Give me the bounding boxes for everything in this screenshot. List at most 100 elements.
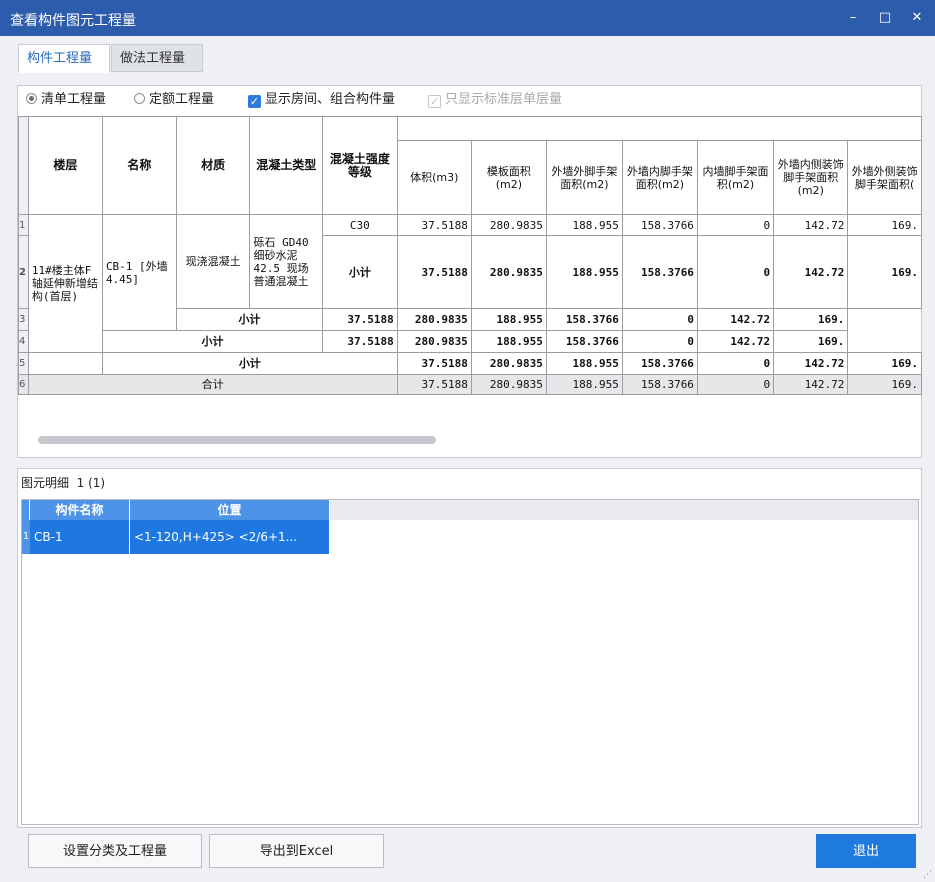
detail-cell-position[interactable]: <1-120,H+425> <2/6+1... <box>130 520 330 554</box>
cell-grade[interactable]: C30 <box>322 214 398 236</box>
detail-header-name[interactable]: 构件名称 <box>30 500 130 520</box>
header-formwork: 模板面积(m2) <box>470 140 547 215</box>
cell-int-scaffold[interactable]: 0 <box>621 308 698 331</box>
minimize-button[interactable]: – <box>842 8 864 28</box>
cell-formwork[interactable]: 280.9835 <box>470 352 547 375</box>
cell-formwork[interactable]: 280.9835 <box>470 235 547 309</box>
header-concrete-grade: 混凝土强度等级 <box>322 116 398 215</box>
cell-total-label[interactable]: 合计 <box>27 374 398 395</box>
cell-ext-outer-deco[interactable]: 169. <box>847 374 922 395</box>
cell-ext-inner-scaffold[interactable]: 158.3766 <box>621 235 698 309</box>
cell-int-scaffold[interactable]: 0 <box>621 330 698 353</box>
row-number: 3 <box>18 308 29 331</box>
header-name: 名称 <box>101 116 177 215</box>
header-material: 材质 <box>175 116 251 215</box>
cell-formwork[interactable]: 280.9835 <box>470 214 547 236</box>
header-ext-inner-scaffold: 外墙内脚手架面积(m2) <box>621 140 698 215</box>
close-button[interactable]: ✕ <box>906 8 928 28</box>
checkmark-icon: ✓ <box>248 95 261 108</box>
button-bar: 设置分类及工程量 导出到Excel 退出 ⋰ <box>0 830 935 882</box>
detail-table[interactable]: 构件名称 位置 1 CB-1 <1-120,H+425> <2/6+1... <box>21 499 919 825</box>
cell-volume[interactable]: 37.5188 <box>396 235 472 309</box>
cell-ext-inner-scaffold[interactable]: 158.3766 <box>545 308 623 331</box>
cell-ext-scaffold[interactable]: 188.955 <box>470 308 547 331</box>
cell-int-scaffold[interactable]: 0 <box>696 352 775 375</box>
radio-icon <box>26 93 37 104</box>
cell-name[interactable]: CB-1 [外墙 4.45] <box>101 214 177 331</box>
detail-count: 1 (1) <box>76 476 106 490</box>
tab-method-quantity[interactable]: 做法工程量 <box>111 44 203 72</box>
cell-volume[interactable]: 37.5188 <box>396 214 472 236</box>
header-concrete-type: 混凝土类型 <box>249 116 324 215</box>
cell-ext-scaffold[interactable]: 188.955 <box>545 214 623 236</box>
detail-title: 图元明细 1 (1) <box>21 476 106 490</box>
title-bar: 查看构件图元工程量 – □ ✕ <box>0 0 935 36</box>
cell-ext-inner-deco[interactable]: 142.72 <box>773 374 849 395</box>
row-number: 4 <box>18 330 29 353</box>
cell-int-scaffold[interactable]: 0 <box>696 214 775 236</box>
detail-header-row: 构件名称 位置 <box>22 500 918 520</box>
cell-ext-scaffold[interactable]: 188.955 <box>545 352 623 375</box>
row-number: 6 <box>18 374 29 395</box>
quantity-panel: 清单工程量 定额工程量 ✓ 显示房间、组合构件量 ✓ 只显示标准层单层量 楼层 名称… <box>17 85 922 458</box>
radio-quota-quantity[interactable]: 定额工程量 <box>134 90 214 110</box>
export-excel-button[interactable]: 导出到Excel <box>209 834 384 868</box>
cell-floor[interactable]: 11#楼主体F轴延伸新增结构(首层) <box>27 214 103 353</box>
maximize-button[interactable]: □ <box>874 8 896 28</box>
cell-volume[interactable]: 37.5188 <box>396 374 472 395</box>
tab-component-quantity[interactable]: 构件工程量 <box>18 44 110 73</box>
cell-ext-inner-scaffold[interactable]: 158.3766 <box>621 352 698 375</box>
settings-button[interactable]: 设置分类及工程量 <box>28 834 202 868</box>
cell-ext-inner-deco[interactable]: 142.72 <box>773 235 849 309</box>
cell-ext-outer-deco[interactable]: 169. <box>847 235 922 309</box>
cell-ext-outer-deco[interactable]: 169. <box>847 214 922 236</box>
cell-volume[interactable]: 37.5188 <box>396 352 472 375</box>
cell-subtotal-label[interactable]: 小计 <box>322 235 398 309</box>
cell-ext-inner-deco[interactable]: 142.72 <box>773 352 849 375</box>
cell-int-scaffold[interactable]: 0 <box>696 235 775 309</box>
header-ext-outer-deco: 外墙外侧装饰脚手架面积( <box>847 140 922 215</box>
quantity-dialog: 查看构件图元工程量 – □ ✕ 构件工程量 做法工程量 清单工程量 定额工程量 … <box>0 0 935 882</box>
cell-subtotal-label[interactable]: 小计 <box>101 352 398 375</box>
detail-cell-name[interactable]: CB-1 <box>30 520 130 554</box>
cell-ext-outer-deco[interactable]: 169. <box>773 308 849 331</box>
cell-ext-scaffold[interactable]: 188.955 <box>545 374 623 395</box>
cell-concrete-type[interactable]: 砾石 GD40 细砂水泥42.5 现场普通混凝土 <box>249 214 324 309</box>
cell-ext-scaffold[interactable]: 188.955 <box>545 235 623 309</box>
cell-volume[interactable]: 37.5188 <box>322 330 398 353</box>
row-number: 1 <box>18 214 29 236</box>
row-number-header <box>18 116 29 215</box>
cell-int-scaffold[interactable]: 0 <box>696 374 775 395</box>
radio-icon <box>134 93 145 104</box>
cell-formwork[interactable]: 280.9835 <box>396 308 472 331</box>
cell-ext-inner-scaffold[interactable]: 158.3766 <box>545 330 623 353</box>
radio-bill-quantity[interactable]: 清单工程量 <box>26 90 106 110</box>
exit-button[interactable]: 退出 <box>816 834 916 868</box>
cell-ext-inner-deco[interactable]: 142.72 <box>773 214 849 236</box>
checkbox-show-rooms[interactable]: ✓ 显示房间、组合构件量 <box>248 90 395 110</box>
cell-ext-scaffold[interactable]: 188.955 <box>470 330 547 353</box>
cell-ext-inner-scaffold[interactable]: 158.3766 <box>621 374 698 395</box>
cell-subtotal-label[interactable]: 小计 <box>101 330 324 353</box>
detail-panel: 图元明细 1 (1) 构件名称 位置 1 CB-1 <1-120,H+425> … <box>17 468 922 828</box>
cell-ext-inner-scaffold[interactable]: 158.3766 <box>621 214 698 236</box>
cell-subtotal-label[interactable]: 小计 <box>175 308 324 331</box>
cell-ext-inner-deco[interactable]: 142.72 <box>696 308 775 331</box>
cell-ext-outer-deco[interactable]: 169. <box>773 330 849 353</box>
cell-formwork[interactable]: 280.9835 <box>396 330 472 353</box>
cell-volume[interactable]: 37.5188 <box>322 308 398 331</box>
cell-floor-blank[interactable] <box>27 352 103 375</box>
cell-ext-inner-deco[interactable]: 142.72 <box>696 330 775 353</box>
detail-header-position[interactable]: 位置 <box>130 500 330 520</box>
cell-formwork[interactable]: 280.9835 <box>470 374 547 395</box>
cell-material[interactable]: 现浇混凝土 <box>175 214 251 309</box>
horizontal-scrollbar[interactable] <box>38 436 436 444</box>
cell-ext-outer-deco[interactable]: 169. <box>847 352 922 375</box>
header-volume: 体积(m3) <box>396 140 472 215</box>
detail-row-number: 1 <box>22 520 30 554</box>
header-floor: 楼层 <box>27 116 103 215</box>
quantity-table: 楼层 名称 材质 混凝土类型 混凝土强度等级 体积(m3) 模板面积(m2) 外… <box>18 116 922 395</box>
resize-grip-icon[interactable]: ⋰ <box>923 870 933 880</box>
quantity-table-viewport[interactable]: 楼层 名称 材质 混凝土类型 混凝土强度等级 体积(m3) 模板面积(m2) 外… <box>18 116 922 412</box>
header-ext-inner-deco: 外墙内侧装饰脚手架面积(m2) <box>773 140 849 215</box>
